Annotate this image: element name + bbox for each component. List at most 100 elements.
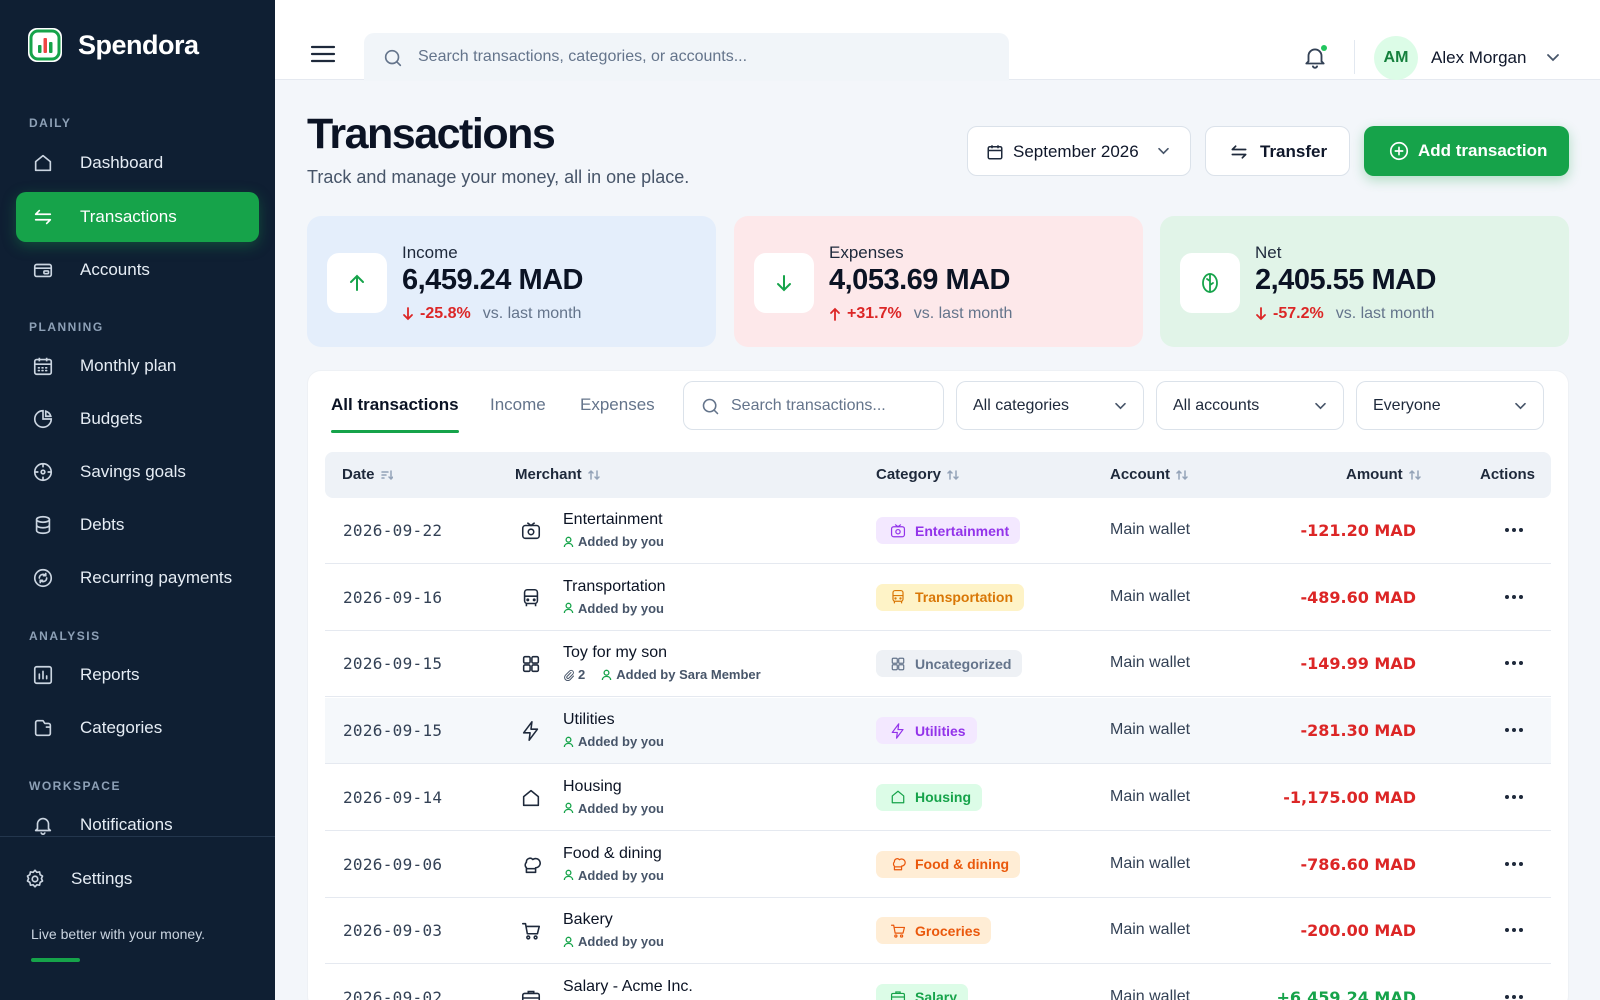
category-badge-label: Entertainment — [915, 522, 1010, 539]
more-actions-icon[interactable] — [1503, 720, 1527, 740]
sidebar-item-notifications[interactable]: Notifications — [16, 800, 259, 850]
transactions-search-input[interactable] — [731, 395, 931, 417]
sidebar-item-accounts[interactable]: Accounts — [16, 245, 259, 295]
row-account: Main wallet — [1110, 721, 1191, 739]
sidebar-item-savings-goals[interactable]: Savings goals — [16, 447, 259, 497]
global-search-input[interactable] — [418, 45, 978, 69]
category-badge[interactable]: Groceries — [876, 917, 992, 945]
user-icon — [563, 536, 574, 548]
sidebar-item-settings[interactable]: Settings — [8, 854, 251, 904]
more-actions-icon[interactable] — [1503, 587, 1527, 607]
tab-all-transactions[interactable]: All transactions — [331, 395, 459, 415]
add-transaction-button[interactable]: Add transaction — [1364, 126, 1569, 176]
avatar[interactable]: AM — [1374, 36, 1418, 80]
more-actions-icon[interactable] — [1503, 787, 1527, 807]
category-filter-select[interactable]: All categories — [956, 381, 1144, 430]
change-caption: vs. last month — [913, 305, 1013, 322]
global-search[interactable] — [364, 33, 1009, 81]
leaf-icon — [1180, 253, 1240, 313]
row-merchant[interactable]: Salary - Acme Inc. — [563, 978, 693, 996]
user-name[interactable]: Alex Morgan — [1431, 48, 1526, 68]
category-badge[interactable]: Uncategorized — [876, 650, 1023, 678]
column-header-actions: Actions — [1480, 466, 1536, 483]
card-change: -57.2% vs. last month — [1255, 305, 1434, 323]
arrow-up-icon — [830, 307, 840, 321]
table-row[interactable]: 2026-09-22 Entertainment Added by you En… — [325, 498, 1551, 564]
row-account: Main wallet — [1110, 987, 1191, 1000]
sidebar-item-reports[interactable]: Reports — [16, 650, 259, 700]
column-header-merchant[interactable]: Merchant — [515, 466, 600, 483]
menu-button[interactable] — [310, 44, 336, 64]
member-filter-select[interactable]: Everyone — [1356, 381, 1544, 430]
notification-dot — [1321, 45, 1327, 51]
category-badge[interactable]: Entertainment — [876, 517, 1021, 544]
row-merchant[interactable]: Housing — [563, 778, 622, 796]
transfer-button[interactable]: Transfer — [1205, 126, 1350, 176]
account-filter-select[interactable]: All accounts — [1156, 381, 1344, 430]
table-row[interactable]: 2026-09-03 Bakery Added by you Groceries… — [325, 898, 1551, 965]
sidebar-item-recurring-payments[interactable]: Recurring payments — [16, 553, 259, 603]
more-actions-icon[interactable] — [1503, 987, 1527, 1000]
column-header-category[interactable]: Category — [876, 466, 959, 483]
row-account: Main wallet — [1110, 587, 1191, 605]
chevron-down-icon[interactable] — [1546, 52, 1560, 62]
table-row[interactable]: 2026-09-06 Food & dining Added by you Fo… — [325, 832, 1551, 898]
sidebar-item-monthly-plan[interactable]: Monthly plan — [16, 341, 259, 391]
sidebar-divider — [0, 836, 275, 837]
table-row[interactable]: 2026-09-15 Utilities Added by you Utilit… — [325, 698, 1551, 765]
column-header-amount[interactable]: Amount — [1346, 466, 1421, 483]
row-date: 2026-09-02 — [343, 987, 443, 1000]
row-merchant[interactable]: Utilities — [563, 711, 615, 729]
column-header-account[interactable]: Account — [1110, 466, 1188, 483]
app-logo[interactable]: Spendora — [28, 28, 199, 62]
table-row[interactable]: 2026-09-02 Salary - Acme Inc. Added by y… — [325, 965, 1551, 1000]
sidebar-item-dashboard[interactable]: Dashboard — [16, 138, 259, 188]
calendar-icon — [32, 355, 54, 377]
user-icon — [563, 602, 574, 614]
row-merchant[interactable]: Bakery — [563, 911, 613, 929]
category-badge[interactable]: Salary — [876, 983, 969, 1000]
sidebar-item-debts[interactable]: Debts — [16, 500, 259, 550]
row-merchant[interactable]: Food & dining — [563, 845, 662, 863]
sidebar-item-transactions[interactable]: Transactions — [16, 192, 259, 242]
row-merchant[interactable]: Transportation — [563, 578, 666, 596]
row-merchant[interactable]: Entertainment — [563, 511, 663, 529]
table-row[interactable]: 2026-09-15 Toy for my son 2 Added by Sara… — [325, 631, 1551, 698]
table-row[interactable]: 2026-09-16 Transportation Added by you T… — [325, 565, 1551, 631]
category-badge[interactable]: Utilities — [876, 717, 977, 745]
category-badge[interactable]: Housing — [876, 783, 982, 811]
more-actions-icon[interactable] — [1503, 653, 1527, 673]
camera-icon — [520, 520, 542, 542]
more-actions-icon[interactable] — [1503, 520, 1527, 540]
app-name: Spendora — [78, 29, 199, 60]
user-icon — [563, 736, 574, 748]
sidebar-item-label: Dashboard — [80, 153, 164, 172]
row-merchant[interactable]: Toy for my son — [563, 644, 667, 662]
transactions-search[interactable] — [683, 381, 944, 430]
column-label: Account — [1110, 466, 1170, 483]
user-icon — [563, 936, 574, 948]
more-actions-icon[interactable] — [1503, 920, 1527, 940]
sidebar-item-budgets[interactable]: Budgets — [16, 394, 259, 444]
tab-expenses[interactable]: Expenses — [580, 395, 655, 415]
column-label: Amount — [1346, 466, 1403, 483]
sidebar-item-categories[interactable]: Categories — [16, 703, 259, 753]
select-value: Everyone — [1373, 397, 1441, 414]
category-badge[interactable]: Transportation — [876, 583, 1025, 611]
tab-income[interactable]: Income — [490, 395, 546, 415]
month-picker-button[interactable]: September 2026 — [967, 126, 1191, 176]
select-value: All accounts — [1173, 397, 1260, 414]
sort-icon — [587, 469, 600, 481]
row-amount: -1,175.00 MAD — [1283, 787, 1416, 807]
add-transaction-label: Add transaction — [1418, 141, 1548, 160]
row-amount: -281.30 MAD — [1300, 721, 1416, 741]
gear-icon — [24, 868, 46, 890]
more-actions-icon[interactable] — [1503, 854, 1527, 874]
table-row[interactable]: 2026-09-14 Housing Added by you Housing … — [325, 765, 1551, 831]
column-header-date[interactable]: Date — [342, 466, 393, 483]
category-badge[interactable]: Food & dining — [876, 850, 1021, 878]
added-by-text: Added by you — [578, 600, 664, 616]
search-icon — [700, 396, 721, 417]
row-date: 2026-09-15 — [343, 721, 443, 741]
row-date: 2026-09-14 — [343, 787, 443, 807]
